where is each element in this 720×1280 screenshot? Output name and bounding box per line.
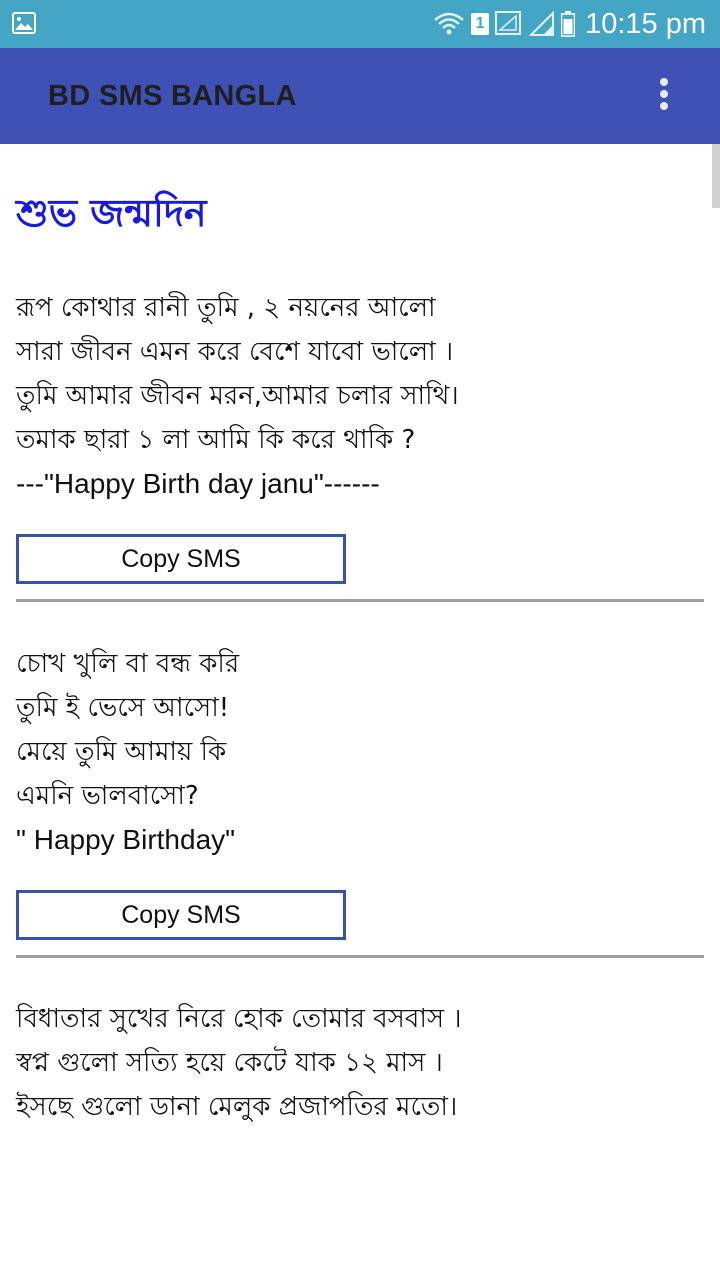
sms-line: চোখ খুলি বা বন্ধ করি xyxy=(16,649,240,679)
sms-line: তুমি আমার জীবন মরন,আমার চলার সাথি। xyxy=(16,381,459,411)
wifi-icon xyxy=(434,12,464,35)
status-bar: 1 10:15 pm xyxy=(0,0,720,48)
page-title: শুভ জন্মদিন xyxy=(16,191,207,235)
overflow-menu-icon[interactable] xyxy=(658,78,670,114)
sms-line: এমনি ভালবাসো? xyxy=(16,781,199,811)
gallery-icon xyxy=(12,12,36,34)
sms-text: বিধাতার সুখের নিরে হোক তোমার বসবাস । স্ব… xyxy=(16,997,706,1129)
status-time: 10:15 pm xyxy=(585,7,706,40)
battery-icon xyxy=(561,11,576,37)
scrollbar[interactable] xyxy=(712,144,720,208)
copy-sms-button[interactable]: Copy SMS xyxy=(16,890,346,940)
copy-sms-button[interactable]: Copy SMS xyxy=(16,534,346,584)
sms-line: তুমি ই ভেসে আসো! xyxy=(16,693,230,723)
sms-line: ---"Happy Birth day janu"------ xyxy=(16,468,380,499)
sim-icon: 1 xyxy=(471,13,490,35)
sms-text: চোখ খুলি বা বন্ধ করি তুমি ই ভেসে আসো! মে… xyxy=(16,642,706,862)
sms-line: বিধাতার সুখের নিরে হোক তোমার বসবাস । xyxy=(16,1004,462,1034)
app-title: BD SMS BANGLA xyxy=(48,80,297,112)
divider xyxy=(16,599,704,602)
status-icons: 1 10:15 pm xyxy=(433,0,706,48)
sms-text: রূপ কোথার রানী তুমি , ২ নয়নের আলো সারা … xyxy=(16,286,706,506)
signal-icon xyxy=(495,11,522,35)
sms-line: " Happy Birthday" xyxy=(16,824,236,855)
sms-line: স্বপ্ন গুলো সত্যি হয়ে কেটে যাক ১২ মাস । xyxy=(16,1048,443,1078)
app-bar: BD SMS BANGLA xyxy=(0,48,720,144)
sms-list[interactable]: শুভ জন্মদিন রূপ কোথার রানী তুমি , ২ নয়ন… xyxy=(0,144,720,1140)
sms-line: মেয়ে তুমি আমায় কি xyxy=(16,737,227,767)
divider xyxy=(16,955,704,958)
sms-line: তমাক ছারা ১ লা আমি কি করে থাকি ? xyxy=(16,425,416,455)
signal-icon-2 xyxy=(529,11,555,36)
sms-line: ইসছে গুলো ডানা মেলুক প্রজাপতির মতো। xyxy=(16,1092,458,1122)
sms-line: রূপ কোথার রানী তুমি , ২ নয়নের আলো xyxy=(16,293,436,323)
sms-line: সারা জীবন এমন করে বেশে যাবো ভালো । xyxy=(16,337,454,367)
